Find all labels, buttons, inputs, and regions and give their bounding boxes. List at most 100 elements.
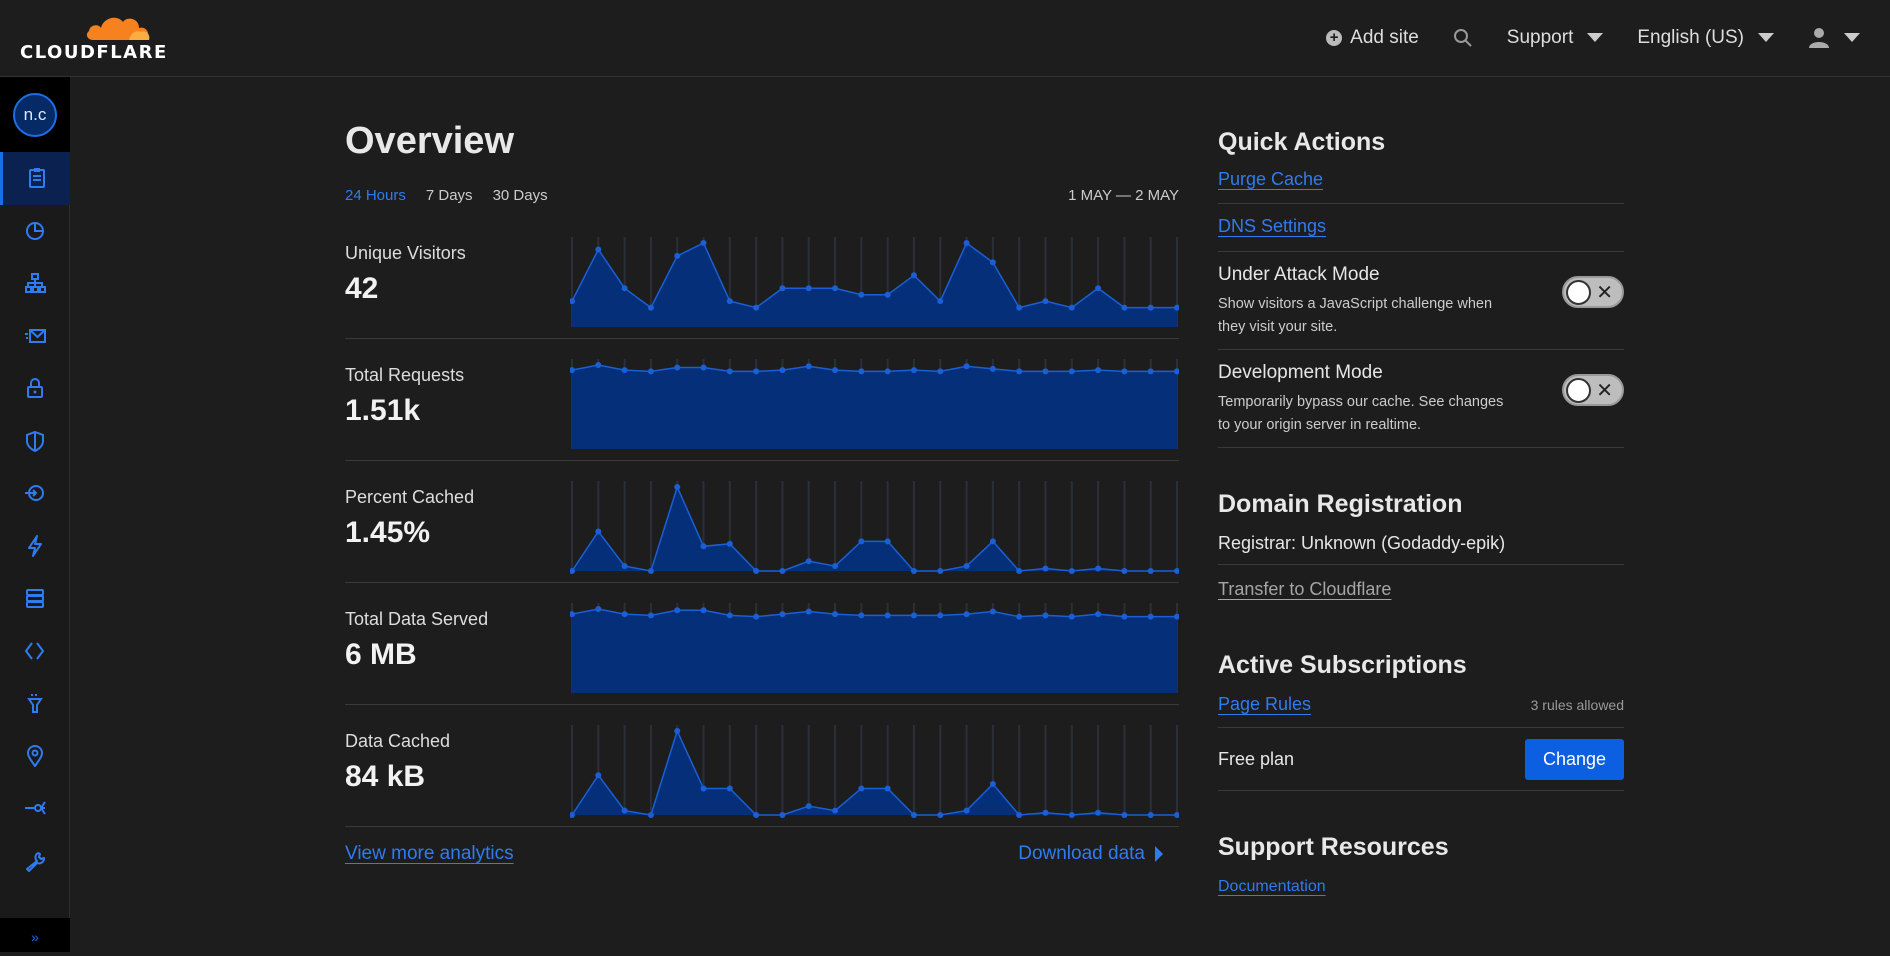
data-point[interactable] bbox=[753, 613, 760, 620]
avatar[interactable]: n.c bbox=[13, 92, 57, 137]
sidebar-item-traffic[interactable] bbox=[0, 782, 70, 835]
data-point[interactable] bbox=[910, 812, 917, 818]
data-point[interactable] bbox=[1042, 612, 1049, 619]
data-point[interactable] bbox=[989, 538, 996, 545]
data-point[interactable] bbox=[700, 364, 707, 371]
sidebar-item-network[interactable] bbox=[0, 730, 70, 783]
data-point[interactable] bbox=[726, 368, 733, 375]
data-point[interactable] bbox=[647, 304, 654, 311]
sidebar-item-ssl[interactable] bbox=[0, 362, 70, 415]
data-point[interactable] bbox=[1016, 812, 1023, 818]
data-point[interactable] bbox=[832, 611, 839, 618]
data-point[interactable] bbox=[858, 368, 865, 375]
sidebar-item-email[interactable] bbox=[0, 310, 70, 363]
transfer-to-cloudflare-link[interactable]: Transfer to Cloudflare bbox=[1218, 579, 1391, 599]
sidebar-item-speed[interactable] bbox=[0, 520, 70, 573]
data-point[interactable] bbox=[674, 728, 681, 734]
data-point[interactable] bbox=[884, 291, 891, 298]
data-point[interactable] bbox=[595, 772, 602, 779]
data-point[interactable] bbox=[700, 240, 707, 246]
data-point[interactable] bbox=[779, 568, 786, 574]
data-point[interactable] bbox=[805, 803, 812, 810]
data-point[interactable] bbox=[726, 540, 733, 547]
download-data-link[interactable]: Download data bbox=[1018, 843, 1163, 865]
data-point[interactable] bbox=[858, 785, 865, 792]
data-point[interactable] bbox=[1068, 304, 1075, 311]
data-point[interactable] bbox=[937, 568, 944, 574]
language-dropdown[interactable]: English (US) bbox=[1637, 27, 1774, 49]
data-point[interactable] bbox=[989, 608, 996, 615]
cloudflare-logo[interactable]: CLOUDFLARE bbox=[20, 10, 166, 63]
data-point[interactable] bbox=[1042, 368, 1049, 375]
data-point[interactable] bbox=[937, 612, 944, 619]
data-point[interactable] bbox=[910, 272, 917, 279]
data-point[interactable] bbox=[884, 785, 891, 792]
under-attack-toggle[interactable]: ✕ bbox=[1562, 276, 1624, 308]
data-point[interactable] bbox=[1068, 812, 1075, 818]
data-point[interactable] bbox=[1068, 568, 1075, 574]
tab-24-hours[interactable]: 24 Hours bbox=[345, 187, 406, 204]
data-point[interactable] bbox=[963, 240, 970, 246]
documentation-link[interactable]: Documentation bbox=[1218, 878, 1326, 895]
data-point[interactable] bbox=[1042, 565, 1049, 572]
data-point[interactable] bbox=[1016, 368, 1023, 375]
data-point[interactable] bbox=[832, 285, 839, 292]
data-point[interactable] bbox=[910, 612, 917, 619]
data-point[interactable] bbox=[1095, 367, 1102, 374]
data-point[interactable] bbox=[1147, 368, 1154, 375]
sidebar-item-workers[interactable] bbox=[0, 625, 70, 678]
sidebar-item-custom-pages[interactable] bbox=[0, 835, 70, 888]
data-point[interactable] bbox=[832, 563, 839, 570]
data-point[interactable] bbox=[858, 291, 865, 298]
data-point[interactable] bbox=[1016, 304, 1023, 311]
data-point[interactable] bbox=[1121, 368, 1128, 375]
sidebar-item-page-rules[interactable] bbox=[0, 677, 70, 730]
data-point[interactable] bbox=[910, 367, 917, 374]
sidebar-item-dns[interactable] bbox=[0, 257, 70, 310]
sidebar-item-firewall[interactable] bbox=[0, 415, 70, 468]
data-point[interactable] bbox=[1042, 298, 1049, 305]
data-point[interactable] bbox=[1147, 812, 1154, 818]
data-point[interactable] bbox=[1068, 613, 1075, 620]
add-site-button[interactable]: + Add site bbox=[1326, 27, 1419, 49]
data-point[interactable] bbox=[674, 607, 681, 614]
data-point[interactable] bbox=[1095, 809, 1102, 816]
data-point[interactable] bbox=[963, 611, 970, 618]
data-point[interactable] bbox=[1121, 812, 1128, 818]
data-point[interactable] bbox=[884, 612, 891, 619]
purge-cache-link[interactable]: Purge Cache bbox=[1218, 169, 1323, 189]
data-point[interactable] bbox=[595, 606, 602, 612]
data-point[interactable] bbox=[1042, 809, 1049, 816]
data-point[interactable] bbox=[647, 612, 654, 619]
data-point[interactable] bbox=[779, 812, 786, 818]
data-point[interactable] bbox=[753, 368, 760, 375]
data-point[interactable] bbox=[1174, 568, 1179, 574]
data-point[interactable] bbox=[621, 563, 628, 570]
data-point[interactable] bbox=[726, 612, 733, 619]
data-point[interactable] bbox=[963, 563, 970, 570]
user-menu[interactable] bbox=[1808, 27, 1860, 49]
data-point[interactable] bbox=[779, 367, 786, 374]
data-point[interactable] bbox=[989, 781, 996, 788]
data-point[interactable] bbox=[910, 568, 917, 574]
dns-settings-link[interactable]: DNS Settings bbox=[1218, 216, 1326, 236]
data-point[interactable] bbox=[937, 298, 944, 305]
sidebar-item-caching[interactable] bbox=[0, 572, 70, 625]
data-point[interactable] bbox=[1095, 285, 1102, 292]
tab-30-days[interactable]: 30 Days bbox=[493, 187, 548, 204]
data-point[interactable] bbox=[989, 259, 996, 266]
page-rules-link[interactable]: Page Rules bbox=[1218, 694, 1311, 714]
data-point[interactable] bbox=[674, 252, 681, 259]
sidebar-item-overview[interactable] bbox=[0, 152, 70, 205]
data-point[interactable] bbox=[621, 807, 628, 814]
data-point[interactable] bbox=[700, 607, 707, 614]
data-point[interactable] bbox=[647, 568, 654, 574]
data-point[interactable] bbox=[726, 298, 733, 305]
data-point[interactable] bbox=[1016, 613, 1023, 620]
data-point[interactable] bbox=[989, 365, 996, 372]
data-point[interactable] bbox=[1068, 368, 1075, 375]
data-point[interactable] bbox=[726, 785, 733, 792]
view-more-analytics-link[interactable]: View more analytics bbox=[345, 843, 514, 865]
data-point[interactable] bbox=[963, 807, 970, 814]
data-point[interactable] bbox=[1147, 568, 1154, 574]
